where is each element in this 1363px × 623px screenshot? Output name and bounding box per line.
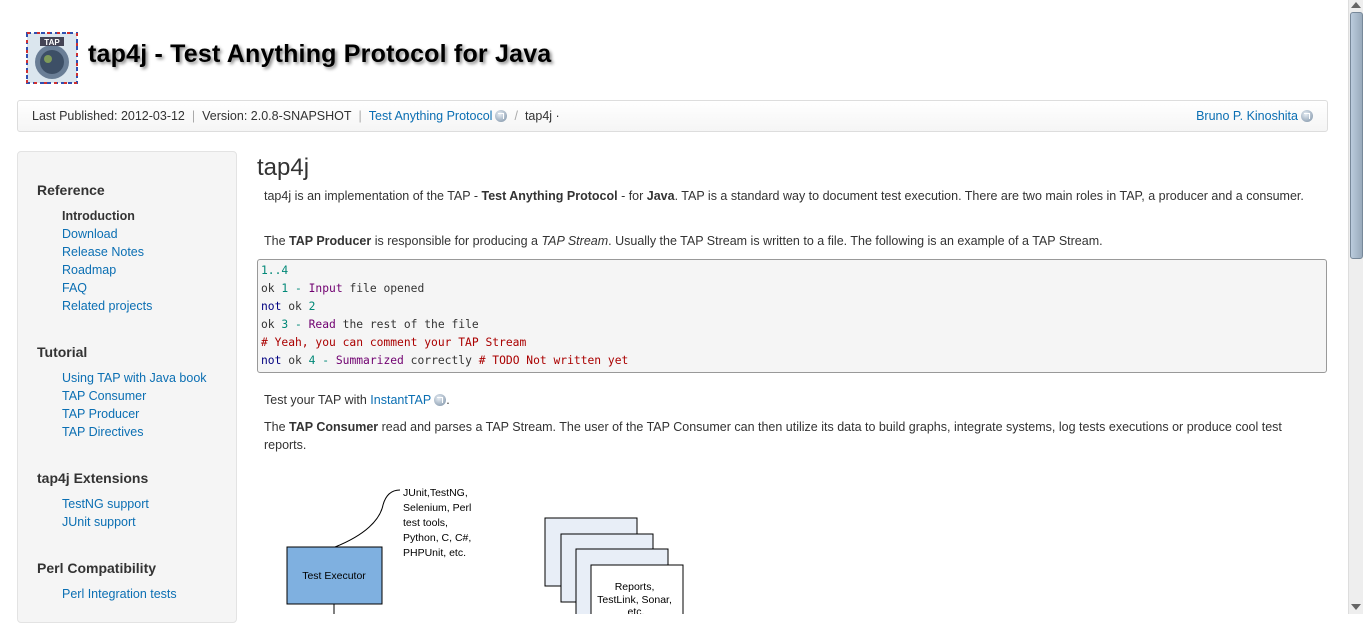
sidebar-item-tap-consumer[interactable]: TAP Consumer	[18, 387, 207, 405]
breadcrumb-bar: Last Published: 2012-03-12 | Version: 2.0.…	[17, 100, 1328, 132]
sidebar-item-junit[interactable]: JUnit support	[18, 513, 149, 531]
sidebar-item-tap-directives[interactable]: TAP Directives	[18, 423, 207, 441]
external-link-icon	[495, 110, 508, 122]
author-link[interactable]: Bruno P. Kinoshita	[1196, 109, 1313, 123]
external-link-icon	[1301, 110, 1313, 122]
code-line: # Yeah, you can comment your TAP Stream	[261, 336, 527, 349]
instanttap-paragraph: Test your TAP with InstantTAP.	[264, 393, 450, 407]
logo-text: TAP	[44, 38, 60, 47]
sidebar-item-related-projects[interactable]: Related projects	[18, 297, 152, 315]
code-line: not ok 4 - Summarized correctly # TODO N…	[261, 354, 629, 367]
scroll-down-arrow-icon[interactable]	[1351, 604, 1361, 610]
sidebar-item-roadmap[interactable]: Roadmap	[18, 261, 152, 279]
site-title: tap4j - Test Anything Protocol for Java	[88, 40, 552, 68]
callout-line	[334, 489, 401, 548]
tap-stream-code-block: 1..4 ok 1 - Input file opened not ok 2 o…	[257, 259, 1327, 373]
site-header: TAP tap4j - Test Anything Protocol for J…	[24, 30, 1314, 86]
separator: |	[358, 109, 362, 123]
nav-heading-reference: Reference	[37, 182, 105, 198]
last-published: Last Published: 2012-03-12	[32, 109, 185, 123]
instanttap-link[interactable]: InstantTAP	[370, 393, 447, 407]
sidebar-item-introduction[interactable]: Introduction	[18, 207, 152, 225]
sidebar-item-faq[interactable]: FAQ	[18, 279, 152, 297]
code-line: ok 3 - Read the rest of the file	[261, 318, 479, 331]
nav-heading-extensions: tap4j Extensions	[37, 470, 149, 486]
external-link-icon	[434, 394, 447, 406]
nav-heading-perl: Perl Compatibility	[37, 560, 157, 576]
tools-label: JUnit,TestNG, Selenium, Perl test tools,…	[403, 487, 474, 559]
separator: /	[514, 109, 518, 123]
tap-diagram: JUnit,TestNG, Selenium, Perl test tools,…	[286, 487, 684, 614]
vertical-scrollbar[interactable]	[1348, 0, 1363, 614]
page-title: tap4j	[257, 154, 310, 181]
sidebar: Reference Introduction Download Release …	[17, 151, 237, 623]
consumer-paragraph: The TAP Consumer read and parses a TAP S…	[264, 420, 1282, 452]
nav-heading-tutorial: Tutorial	[37, 344, 88, 360]
sidebar-item-java-book[interactable]: Using TAP with Java book	[18, 369, 207, 387]
intro-paragraph: tap4j is an implementation of the TAP - …	[264, 189, 1304, 203]
tap-logo-icon[interactable]: TAP	[26, 32, 78, 84]
sidebar-item-release-notes[interactable]: Release Notes	[18, 243, 152, 261]
producer-paragraph: The TAP Producer is responsible for prod…	[264, 234, 1103, 248]
sidebar-item-perl-tests[interactable]: Perl Integration tests	[18, 585, 177, 603]
code-line: 1..4	[261, 264, 289, 277]
version: Version: 2.0.8-SNAPSHOT	[202, 109, 352, 123]
breadcrumb-tap4j: tap4j ·	[524, 109, 560, 123]
scroll-up-arrow-icon[interactable]	[1351, 2, 1361, 8]
separator: |	[191, 109, 196, 123]
sidebar-item-download[interactable]: Download	[18, 225, 152, 243]
code-line: ok 1 - Input file opened	[261, 282, 425, 295]
test-executor-label: Test Executor	[302, 570, 366, 582]
tap-link[interactable]: Test Anything Protocol	[369, 109, 508, 123]
code-line: not ok 2	[261, 300, 316, 313]
sidebar-item-testng[interactable]: TestNG support	[18, 495, 149, 513]
sidebar-item-tap-producer[interactable]: TAP Producer	[18, 405, 207, 423]
scrollbar-thumb[interactable]	[1350, 12, 1363, 259]
